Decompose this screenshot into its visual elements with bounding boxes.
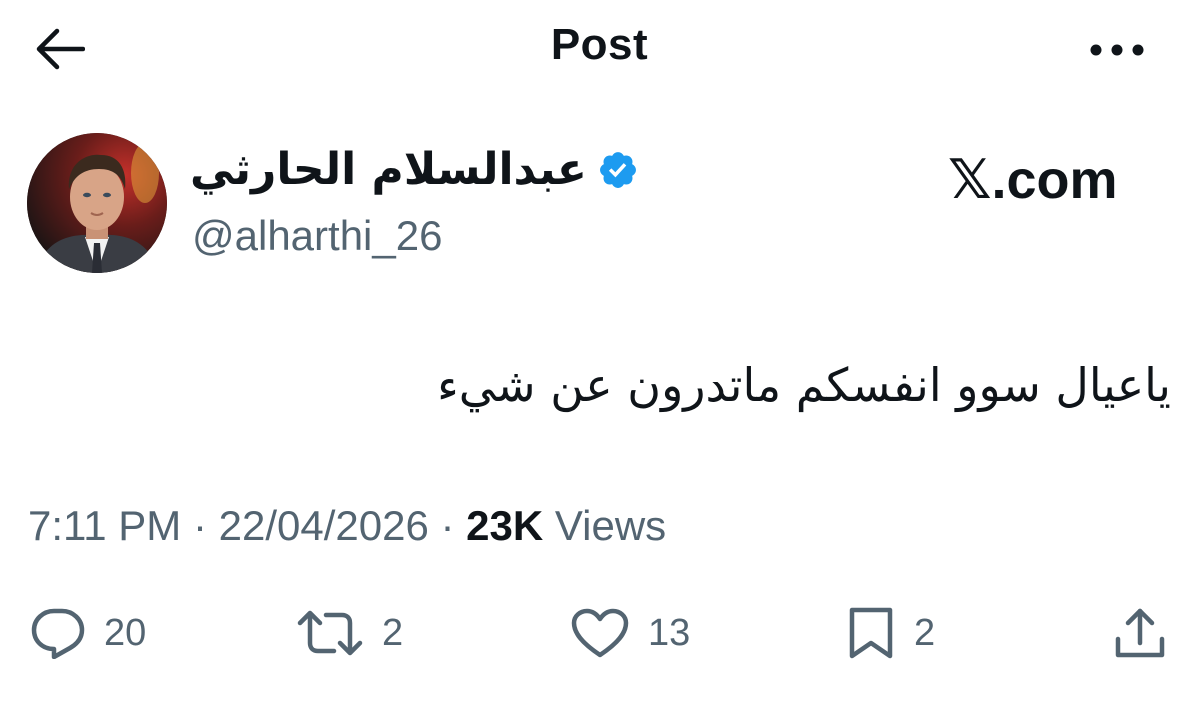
heart-icon — [571, 608, 629, 658]
avatar[interactable] — [27, 133, 167, 273]
bookmark-icon — [849, 607, 893, 659]
bookmark-button[interactable]: 2 — [846, 603, 935, 663]
meta-separator: · — [428, 502, 467, 549]
reply-button[interactable]: 20 — [30, 603, 146, 663]
display-name[interactable]: عبدالسلام الحارثي — [190, 144, 587, 195]
views-label: Views — [543, 502, 667, 549]
author-handle[interactable]: @alharthi_26 — [192, 212, 442, 260]
brand-suffix: .com — [991, 150, 1118, 210]
repost-count: 2 — [382, 611, 404, 654]
tweet-meta: 7:11 PM · 22/04/2026 · 23K Views — [28, 502, 666, 550]
page-title: Post — [550, 20, 649, 69]
more-button[interactable] — [1082, 28, 1152, 72]
brand-watermark: 𝕏.com — [948, 148, 1118, 211]
avatar-image — [27, 133, 167, 273]
verified-badge-icon — [600, 151, 636, 188]
bookmark-count: 2 — [914, 611, 936, 654]
share-icon — [1115, 608, 1165, 658]
like-button[interactable]: 13 — [570, 603, 690, 663]
tweet-text: ياعيال سوو انفسكم ماتدرون عن شيء — [437, 358, 1171, 412]
reply-count: 20 — [104, 611, 147, 654]
repost-button[interactable]: 2 — [296, 603, 403, 663]
meta-separator: · — [181, 502, 219, 549]
tweet-time[interactable]: 7:11 PM — [28, 502, 181, 550]
more-horizontal-icon — [1090, 44, 1144, 56]
share-button[interactable] — [1112, 603, 1168, 663]
x-logo-icon: 𝕏 — [948, 150, 992, 210]
tweet-date[interactable]: 22/04/2026 — [219, 502, 429, 550]
author-name-row: عبدالسلام الحارثي — [190, 144, 639, 195]
like-count: 13 — [648, 611, 691, 654]
views-count: 23K — [466, 502, 544, 549]
repost-icon — [297, 610, 363, 656]
reply-icon — [31, 608, 85, 659]
